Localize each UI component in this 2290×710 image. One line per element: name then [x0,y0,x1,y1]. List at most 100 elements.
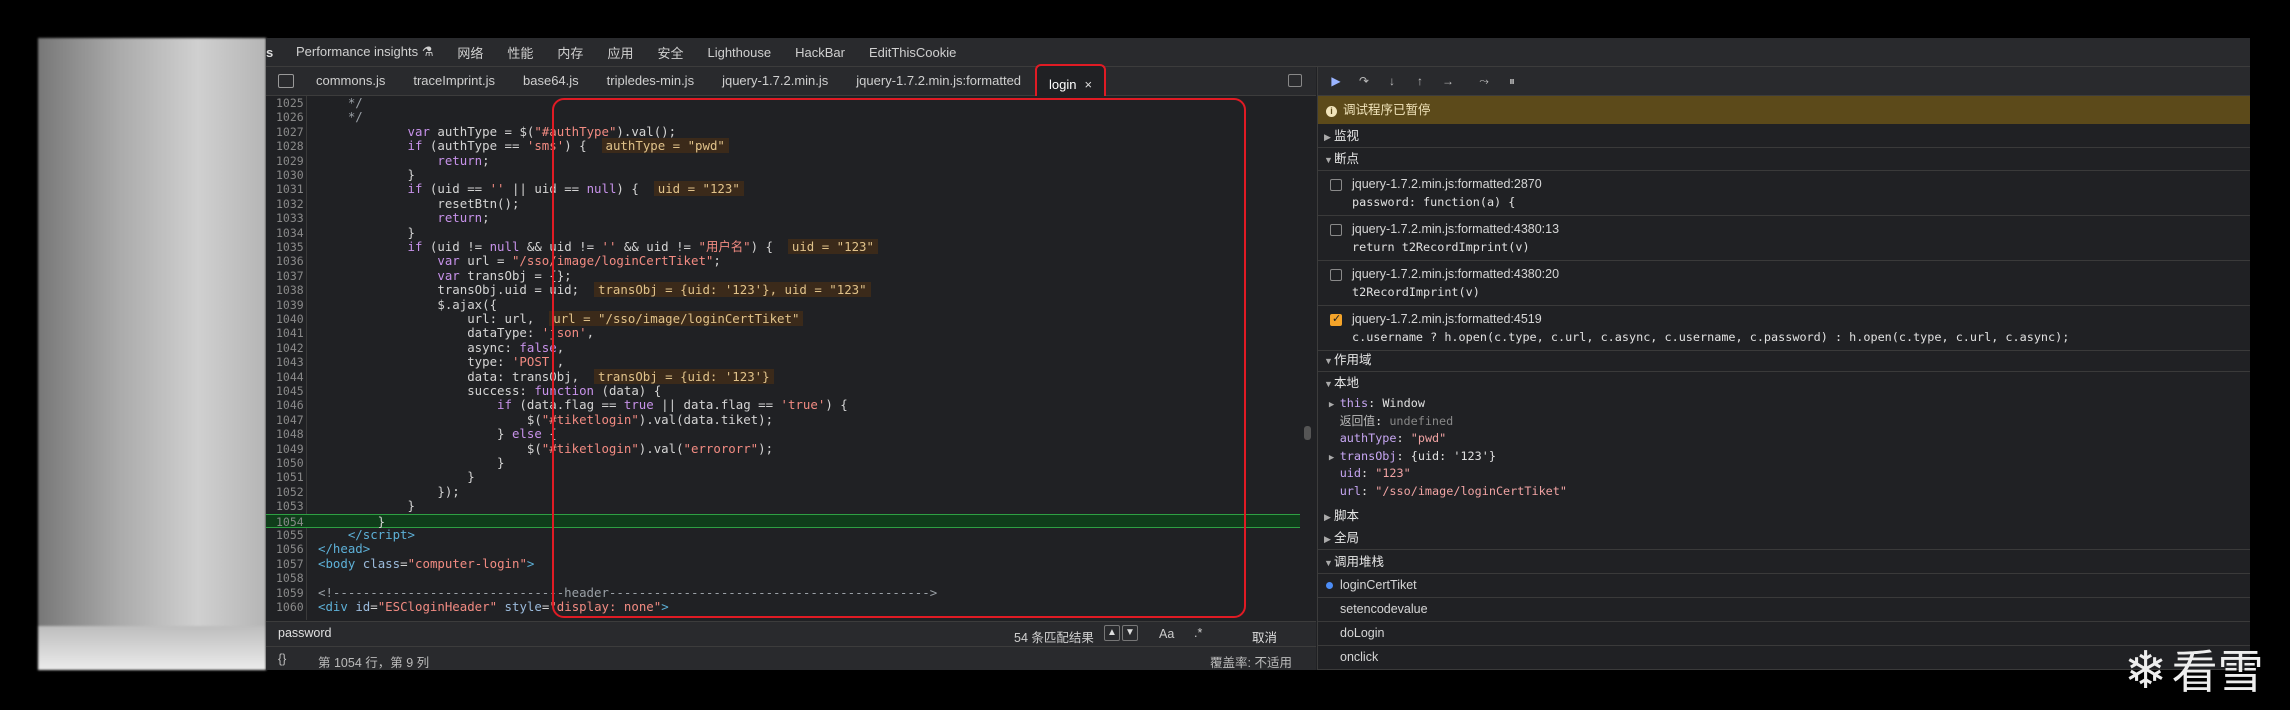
line-number[interactable]: 1037 [276,269,304,283]
line-number[interactable]: 1049 [276,442,304,456]
tab-security[interactable]: 安全 [645,43,695,62]
breakpoint-location[interactable]: jquery-1.7.2.min.js:formatted:2870 [1352,177,1542,191]
regex-button[interactable]: .* [1194,626,1202,640]
code-line[interactable]: 1059 <!-------------------------------hea… [266,585,1300,600]
step-into-icon[interactable]: ↓ [1384,74,1400,88]
code-line[interactable]: 1032 resetBtn(); [266,196,1300,211]
breakpoint-checkbox[interactable] [1330,179,1342,191]
breakpoint-checkbox[interactable] [1330,269,1342,281]
code-line[interactable]: 1050 } [266,455,1300,470]
line-number[interactable]: 1034 [276,226,304,240]
call-frame[interactable]: loginCertTiket [1318,574,2250,598]
code-line[interactable]: 1031 if (uid == '' || uid == null) { uid… [266,181,1300,197]
file-tab-jquery-formatted[interactable]: jquery-1.7.2.min.js:formatted [842,67,1035,95]
line-number[interactable]: 1052 [276,485,304,499]
line-number[interactable]: 1039 [276,298,304,312]
line-number[interactable]: 1053 [276,499,304,513]
line-number[interactable]: 1041 [276,326,304,340]
line-number[interactable]: 1059 [276,586,304,600]
breakpoint-item[interactable]: jquery-1.7.2.min.js:formatted:4380:20 t2R… [1318,261,2250,306]
line-number[interactable]: 1047 [276,413,304,427]
line-number[interactable]: 1050 [276,456,304,470]
line-number[interactable]: 1033 [276,211,304,225]
code-line[interactable]: 1054 } [266,513,1300,529]
code-line[interactable]: 1058 [266,571,1300,585]
breakpoint-location[interactable]: jquery-1.7.2.min.js:formatted:4380:13 [1352,222,1559,236]
search-cancel-button[interactable]: 取消 [1252,627,1277,646]
section-breakpoints[interactable]: ▼断点 [1318,148,2250,171]
line-number[interactable]: 1058 [276,571,304,585]
line-number[interactable]: 1055 [276,528,304,542]
section-watch[interactable]: ▶ 监视 [1318,125,2250,148]
breakpoint-location[interactable]: jquery-1.7.2.min.js:formatted:4519 [1352,312,1542,326]
scope-variable[interactable]: ▶ this: Window [1318,395,2250,412]
code-line[interactable]: 1057 <body class="computer-login"> [266,556,1300,571]
line-number[interactable]: 1036 [276,254,304,268]
step-over-icon[interactable]: ↷ [1356,74,1372,88]
code-line[interactable]: 1049 $("#tiketlogin").val("errororr"); [266,441,1300,456]
close-icon[interactable]: × [1085,77,1093,92]
step-out-icon[interactable]: ↑ [1412,74,1428,88]
line-number[interactable]: 1028 [276,139,304,153]
tab-hackbar[interactable]: HackBar [783,45,857,60]
code-line[interactable]: 1047 $("#tiketlogin").val(data.tiket); [266,412,1300,427]
step-icon[interactable]: → [1440,74,1456,88]
line-number[interactable]: 1040 [276,312,304,326]
line-number[interactable]: 1051 [276,470,304,484]
scope-variable[interactable]: authType: "pwd" [1318,430,2250,447]
call-frame[interactable]: onclick [1318,646,2250,670]
code-line[interactable]: 1038 transObj.uid = uid; transObj = {uid… [266,282,1300,298]
code-line[interactable]: 1055 </script> [266,527,1300,542]
code-line[interactable]: 1046 if (data.flag == true || data.flag … [266,397,1300,412]
breakpoint-item[interactable]: jquery-1.7.2.min.js:formatted:4380:13 ret… [1318,216,2250,261]
line-number[interactable]: 1038 [276,283,304,297]
code-line[interactable]: 1027 var authType = $("#authType").val()… [266,124,1300,139]
scope-variable[interactable]: ▶ transObj: {uid: '123'} [1318,448,2250,465]
code-line[interactable]: 1028 if (authType == 'sms') { authType =… [266,138,1300,154]
line-number[interactable]: 1057 [276,557,304,571]
code-line[interactable]: 1029 return; [266,153,1300,168]
editor-scrollbar[interactable] [1300,96,1316,620]
section-local[interactable]: ▼本地 [1318,372,2250,394]
code-line[interactable]: 1043 type: 'POST', [266,354,1300,369]
line-number[interactable]: 1046 [276,398,304,412]
code-line[interactable]: 1048 } else { [266,426,1300,441]
code-line[interactable]: 1060 <div id="ESCloginHeader" style="disp… [266,599,1300,614]
line-number[interactable]: 1043 [276,355,304,369]
file-tab-traceimprint[interactable]: traceImprint.js [399,67,509,95]
code-line[interactable]: 1033 return; [266,210,1300,225]
scope-variable[interactable]: uid: "123" [1318,465,2250,482]
breakpoint-checkbox[interactable] [1330,312,1342,326]
toggle-navigator-icon[interactable] [278,74,294,88]
code-line[interactable]: 1042 async: false, [266,340,1300,355]
code-line[interactable]: 1056 </head> [266,542,1300,557]
search-input[interactable]: password [278,626,332,640]
line-number[interactable]: 1042 [276,341,304,355]
scope-variable[interactable]: 返回值: undefined [1318,413,2250,430]
line-number[interactable]: 1025 [276,96,304,110]
search-next-icon[interactable]: ▼ [1122,625,1138,641]
match-case-button[interactable]: Aa [1159,627,1174,641]
line-number[interactable]: 1027 [276,125,304,139]
line-number[interactable]: 1026 [276,110,304,124]
code-line[interactable]: 1035 if (uid != null && uid != '' && uid… [266,239,1300,254]
line-number[interactable]: 1029 [276,154,304,168]
code-line[interactable]: 1026 */ [266,110,1300,125]
breakpoint-item[interactable]: jquery-1.7.2.min.js:formatted:4519 c.user… [1318,306,2250,351]
line-number[interactable]: 1031 [276,182,304,196]
tab-application[interactable]: 应用 [595,43,645,62]
pretty-print-button[interactable]: {} [278,652,286,666]
section-script[interactable]: ▶ 脚本 [1318,505,2250,527]
code-line[interactable]: 1030 } [266,167,1300,182]
search-prev-icon[interactable]: ▲ [1104,625,1120,641]
tab-performance-insights[interactable]: Performance insights ⚗ [284,44,445,60]
tab-editthiscookie[interactable]: EditThisCookie [857,45,968,60]
code-line[interactable]: 1040 url: url, url = "/sso/image/loginCe… [266,311,1300,326]
code-line[interactable]: 1025 */ [266,96,1300,110]
toggle-debugger-icon[interactable] [1288,74,1302,87]
tab-performance[interactable]: 性能 [495,43,545,62]
code-line[interactable]: 1039 $.ajax({ [266,297,1300,312]
line-number[interactable]: 1054 [276,515,304,529]
deactivate-breakpoints-icon[interactable]: ⤳ [1476,74,1492,88]
file-tab-commons[interactable]: commons.js [302,67,399,95]
